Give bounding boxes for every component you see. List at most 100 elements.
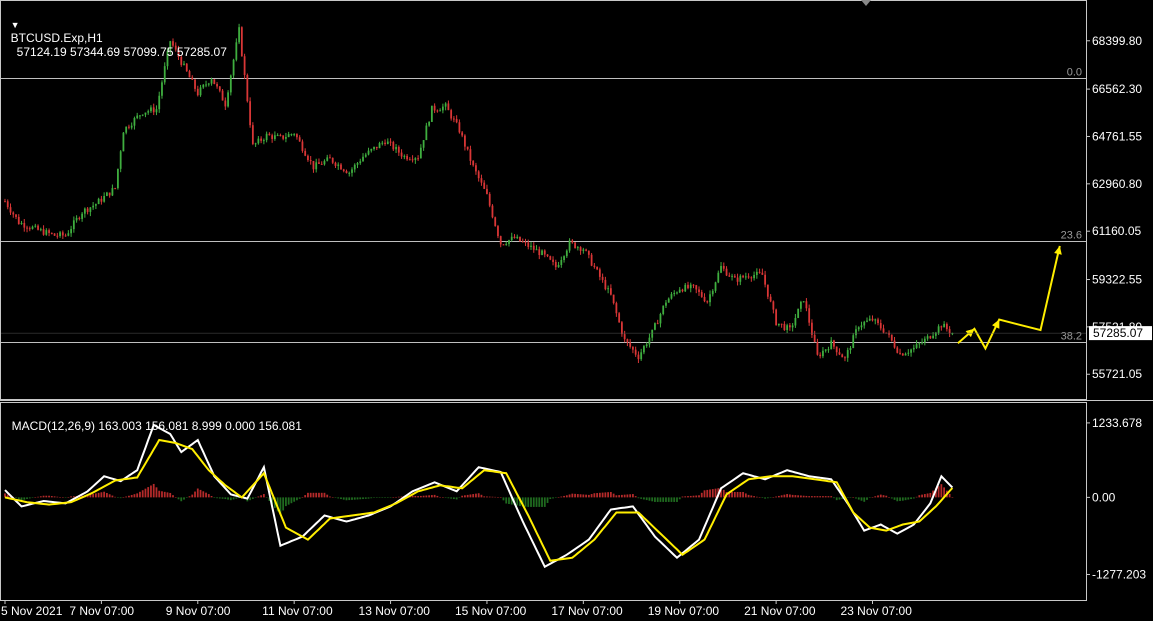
candle-body[interactable] [491, 205, 494, 218]
macd-histogram-bar[interactable] [568, 494, 571, 498]
macd-histogram-bar[interactable] [871, 497, 874, 498]
macd-histogram-bar[interactable] [593, 493, 596, 498]
candle-body[interactable] [662, 305, 665, 314]
macd-histogram-bar[interactable] [455, 497, 458, 500]
candle-body[interactable] [692, 284, 695, 286]
macd-histogram-bar[interactable] [791, 494, 794, 498]
candle-body[interactable] [791, 325, 794, 328]
macd-histogram-bar[interactable] [458, 497, 461, 498]
macd-histogram-bar[interactable] [177, 497, 180, 500]
macd-histogram-bar[interactable] [224, 497, 227, 500]
macd-histogram-bar[interactable] [819, 496, 822, 498]
candle-body[interactable] [797, 308, 800, 318]
macd-histogram-bar[interactable] [342, 497, 345, 500]
candle-body[interactable] [541, 250, 543, 255]
candle-body[interactable] [890, 334, 893, 341]
candle-body[interactable] [524, 241, 527, 243]
candle-body[interactable] [414, 158, 417, 160]
candle-body[interactable] [329, 157, 331, 159]
macd-histogram-bar[interactable] [356, 497, 359, 500]
candle-body[interactable] [378, 143, 381, 149]
macd-histogram-bar[interactable] [169, 492, 172, 498]
candle-body[interactable] [643, 346, 645, 353]
candle-body[interactable] [337, 164, 340, 166]
candle-body[interactable] [912, 347, 915, 350]
macd-histogram-bar[interactable] [397, 496, 400, 498]
macd-histogram-bar[interactable] [466, 494, 469, 498]
macd-histogram-bar[interactable] [640, 497, 643, 499]
candle-body[interactable] [475, 165, 477, 172]
macd-histogram-bar[interactable] [824, 496, 827, 498]
candle-body[interactable] [620, 322, 623, 335]
macd-histogram-bar[interactable] [251, 497, 254, 499]
macd-histogram-bar[interactable] [833, 497, 835, 499]
macd-histogram-bar[interactable] [287, 497, 290, 505]
candle-body[interactable] [841, 354, 844, 358]
macd-histogram-bar[interactable] [392, 497, 395, 498]
macd-histogram-bar[interactable] [794, 495, 797, 498]
candle-body[interactable] [158, 95, 161, 110]
macd-histogram-bar[interactable] [822, 496, 824, 498]
macd-histogram-bar[interactable] [359, 497, 362, 500]
macd-histogram-bar[interactable] [777, 495, 780, 498]
candle-body[interactable] [863, 321, 866, 326]
candle-body[interactable] [552, 259, 554, 262]
candle-body[interactable] [218, 86, 221, 91]
candle-body[interactable] [362, 156, 364, 162]
candle-body[interactable] [334, 162, 337, 166]
candle-body[interactable] [904, 353, 907, 356]
macd-histogram-bar[interactable] [830, 496, 833, 498]
candle-body[interactable] [742, 275, 744, 278]
candle-body[interactable] [224, 100, 227, 107]
candle-body[interactable] [502, 244, 505, 246]
macd-histogram-bar[interactable] [626, 494, 629, 498]
candle-body[interactable] [508, 240, 510, 244]
macd-histogram-bar[interactable] [469, 494, 472, 498]
candle-body[interactable] [899, 352, 901, 354]
macd-histogram-bar[interactable] [758, 497, 761, 498]
candle-body[interactable] [673, 292, 676, 295]
candle-body[interactable] [375, 146, 378, 149]
macd-histogram-bar[interactable] [538, 497, 541, 507]
candle-body[interactable] [929, 336, 932, 339]
candle-body[interactable] [629, 342, 632, 347]
candle-body[interactable] [276, 135, 279, 137]
candle-body[interactable] [486, 188, 488, 194]
candle-body[interactable] [315, 162, 318, 170]
candle-body[interactable] [483, 182, 486, 189]
macd-histogram-bar[interactable] [64, 497, 67, 498]
candle-body[interactable] [750, 277, 753, 279]
macd-histogram-bar[interactable] [662, 497, 665, 502]
macd-histogram-bar[interactable] [926, 493, 929, 498]
candle-body[interactable] [348, 172, 351, 174]
candle-body[interactable] [766, 284, 769, 297]
candle-body[interactable] [163, 66, 166, 83]
macd-histogram-bar[interactable] [772, 497, 775, 498]
candle-body[interactable] [406, 155, 408, 160]
candle-body[interactable] [400, 152, 403, 157]
candle-body[interactable] [105, 192, 108, 196]
macd-histogram-bar[interactable] [309, 492, 312, 498]
candle-body[interactable] [155, 109, 158, 113]
candle-body[interactable] [648, 337, 651, 345]
candle-body[interactable] [386, 141, 389, 145]
macd-histogram-bar[interactable] [196, 488, 199, 498]
candle-body[interactable] [81, 213, 84, 219]
macd-histogram-bar[interactable] [48, 495, 50, 498]
candle-body[interactable] [604, 279, 607, 290]
macd-histogram-bar[interactable] [381, 497, 384, 498]
macd-histogram-bar[interactable] [17, 497, 20, 500]
candle-body[interactable] [587, 250, 590, 255]
candle-body[interactable] [731, 275, 733, 277]
macd-histogram-bar[interactable] [574, 493, 576, 498]
candle-body[interactable] [356, 163, 359, 165]
candle-body[interactable] [758, 271, 761, 273]
macd-histogram-bar[interactable] [929, 492, 932, 498]
macd-histogram-bar[interactable] [345, 497, 348, 501]
macd-histogram-bar[interactable] [483, 496, 486, 498]
candle-body[interactable] [403, 155, 406, 157]
candle-body[interactable] [772, 301, 775, 310]
candle-body[interactable] [50, 232, 53, 234]
candle-body[interactable] [786, 325, 789, 331]
candle-body[interactable] [855, 329, 857, 336]
